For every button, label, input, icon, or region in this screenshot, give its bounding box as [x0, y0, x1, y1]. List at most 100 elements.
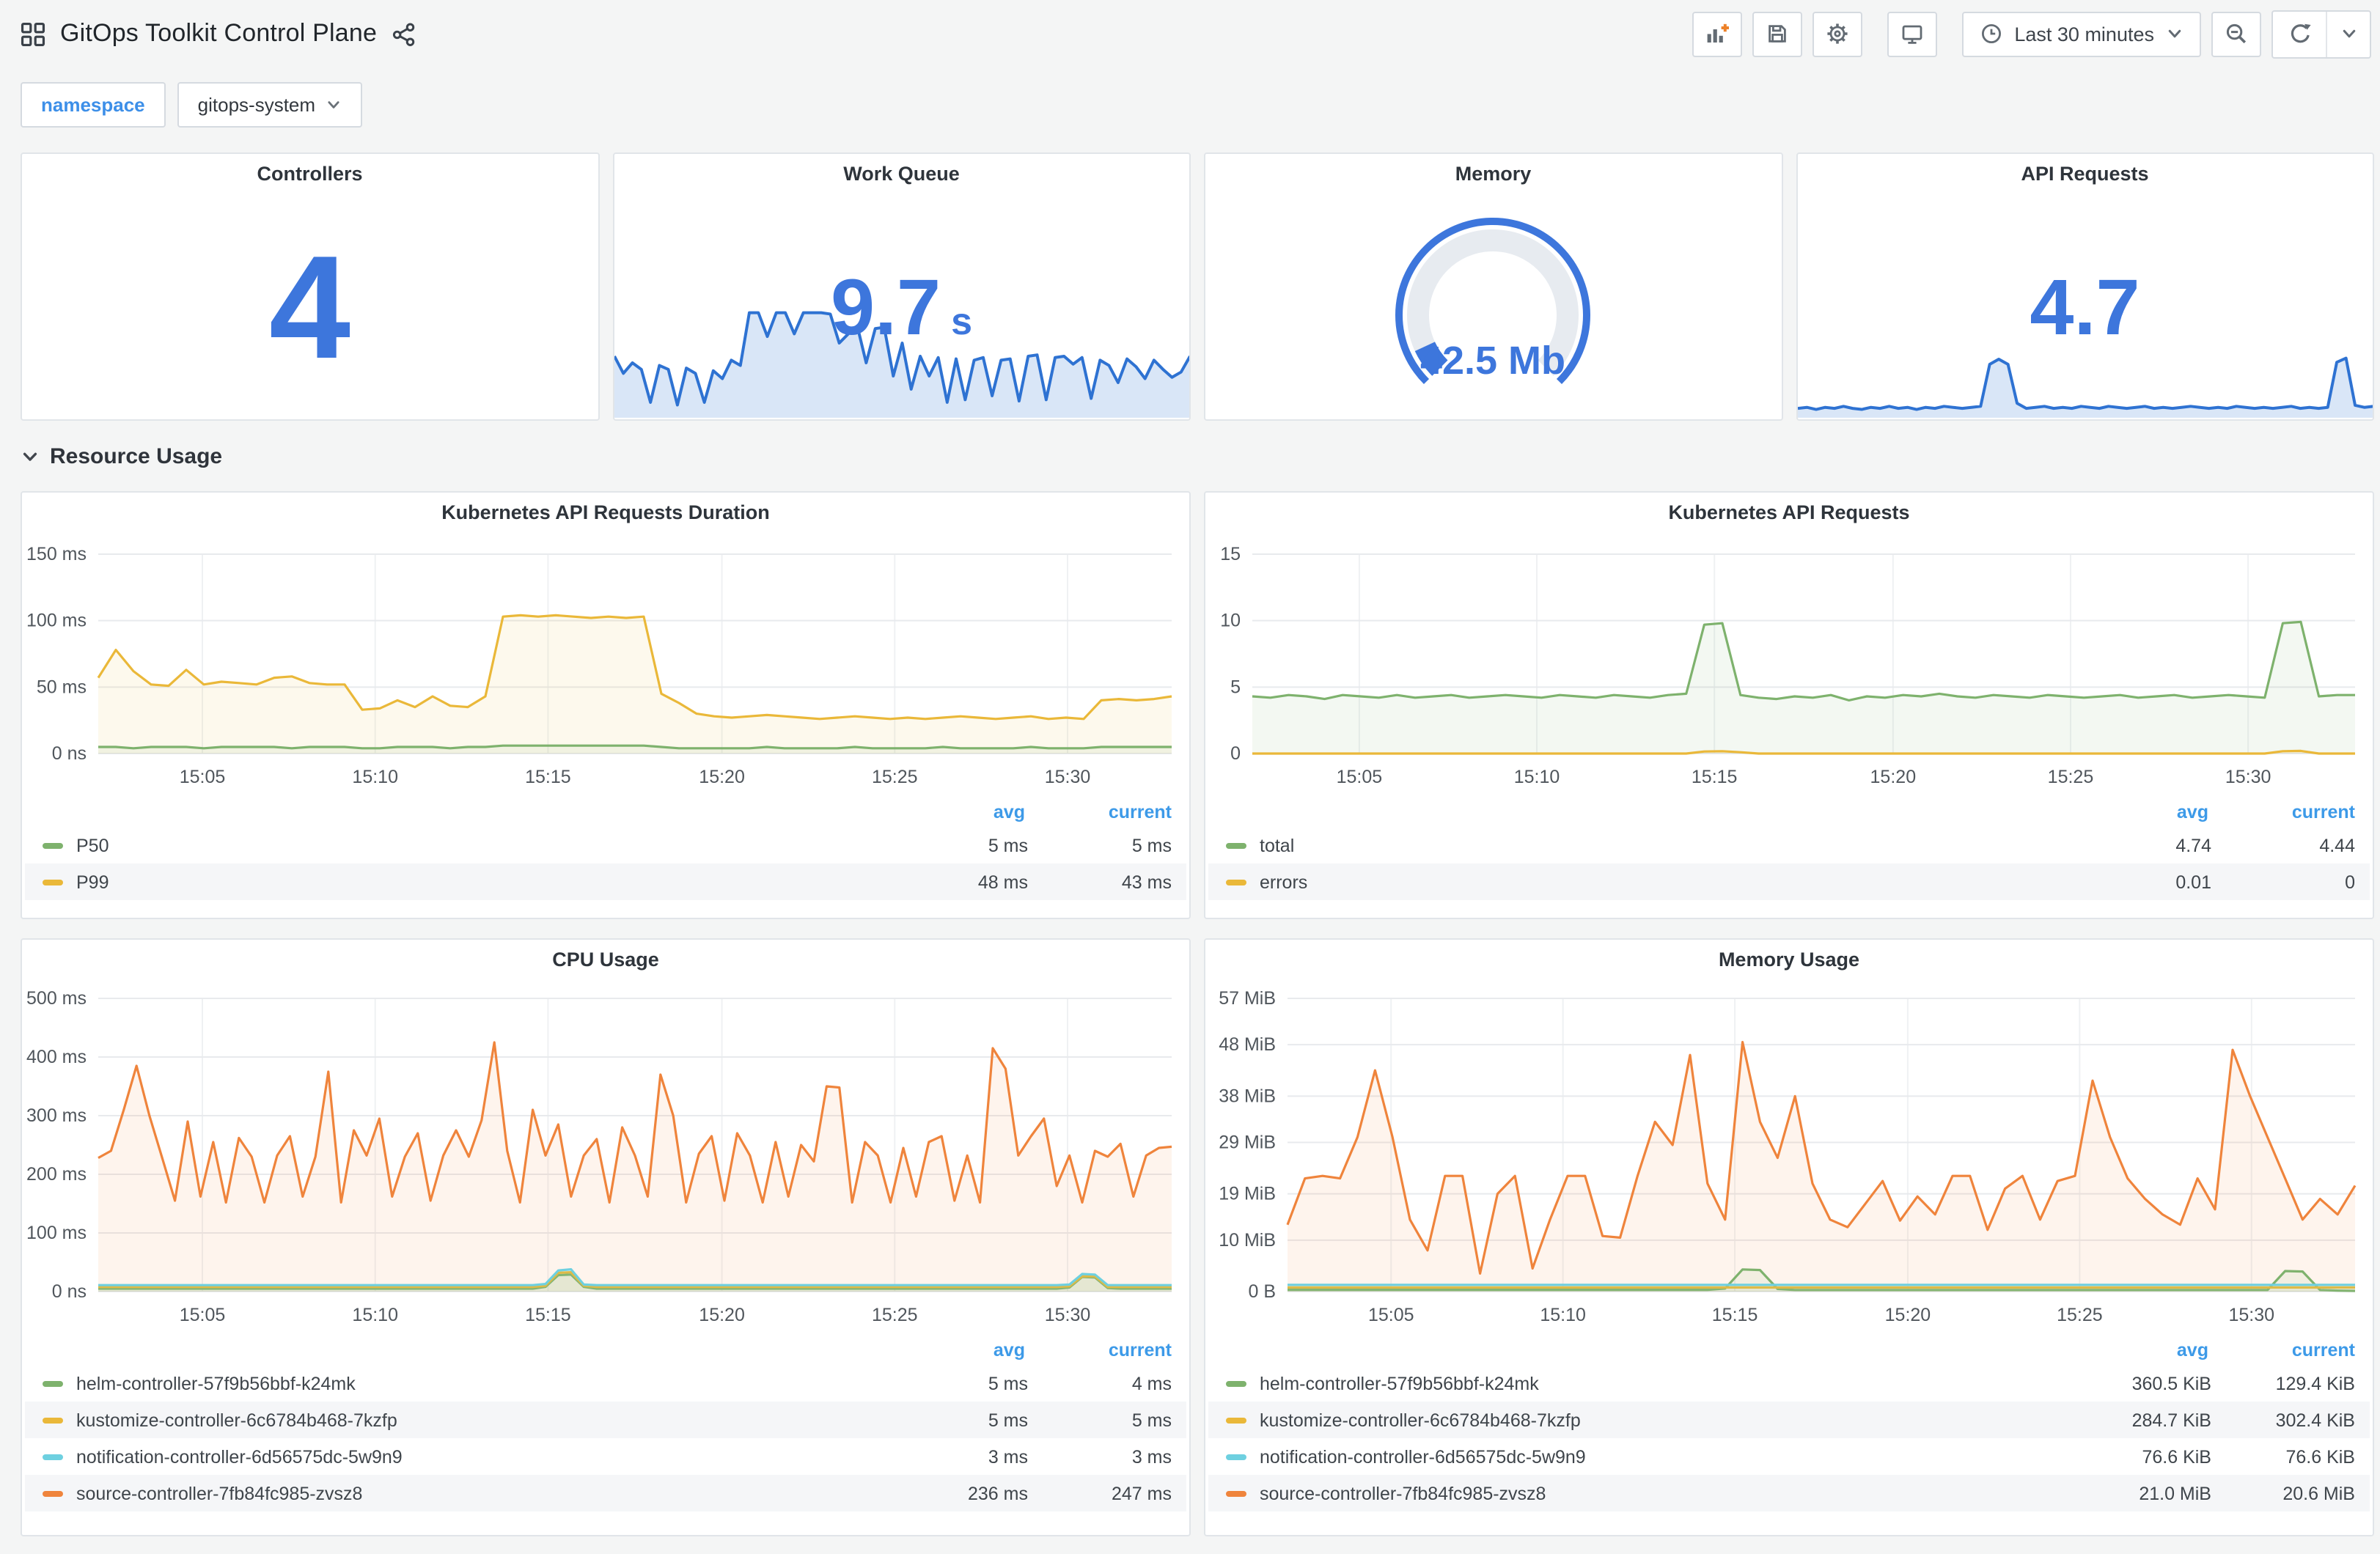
legend-swatch — [1226, 879, 1246, 885]
refresh-button[interactable] — [2273, 11, 2326, 56]
legend-row: helm-controller-57f9b56bbf-k24mk 5 ms 4 ms — [25, 1365, 1186, 1402]
legend-row: source-controller-7fb84fc985-zvsz8 21.0 M… — [1208, 1475, 2370, 1511]
svg-text:400 ms: 400 ms — [26, 1047, 87, 1067]
share-icon[interactable] — [392, 21, 416, 46]
svg-text:48 MiB: 48 MiB — [1219, 1034, 1276, 1055]
legend-swatch — [43, 879, 63, 885]
legend-series-name[interactable]: notification-controller-6d56575dc-5w9n9 — [76, 1446, 403, 1467]
svg-text:15:20: 15:20 — [699, 1305, 745, 1325]
legend-column-avg[interactable]: avg — [886, 802, 1025, 822]
legend-row: notification-controller-6d56575dc-5w9n9 3… — [25, 1438, 1186, 1475]
svg-text:100 ms: 100 ms — [26, 1223, 87, 1243]
svg-text:57 MiB: 57 MiB — [1219, 988, 1276, 1009]
dashboard-settings-button[interactable] — [1812, 11, 1862, 56]
legend-column-avg[interactable]: avg — [2069, 802, 2208, 822]
legend-current-value: 4.44 — [2319, 835, 2355, 855]
svg-text:15:05: 15:05 — [180, 1305, 226, 1325]
legend-column-current[interactable]: current — [2208, 802, 2355, 822]
time-series-chart[interactable]: 15:05 15:10 15:15 15:20 15:25 15:30 500 ms 400 … — [22, 978, 1189, 1333]
dashboard-grid-icon[interactable] — [21, 21, 45, 46]
panel-title[interactable]: Kubernetes API Requests — [1205, 493, 2373, 531]
legend-row: total 4.74 4.44 — [1208, 827, 2370, 863]
panel-title[interactable]: API Requests — [1797, 154, 2373, 192]
legend-current-value: 5 ms — [1131, 835, 1172, 855]
legend-series-name[interactable]: errors — [1260, 872, 1307, 892]
panel-title[interactable]: Memory — [1205, 154, 1781, 192]
legend-current-value: 76.6 KiB — [2285, 1446, 2355, 1467]
stat-unit: s — [951, 298, 973, 343]
legend-swatch — [1226, 1490, 1246, 1496]
legend-avg-value: 4.74 — [2175, 835, 2211, 855]
legend-swatch — [43, 1380, 63, 1386]
svg-text:5: 5 — [1230, 677, 1241, 697]
svg-text:100 ms: 100 ms — [26, 611, 87, 631]
save-dashboard-button[interactable] — [1752, 11, 1802, 56]
zoom-out-button[interactable] — [2211, 11, 2261, 56]
legend-series-name[interactable]: kustomize-controller-6c6784b468-7kzfp — [76, 1410, 397, 1430]
section-resource-usage[interactable]: Resource Usage — [0, 421, 2380, 472]
svg-text:500 ms: 500 ms — [26, 988, 87, 1009]
panel-title[interactable]: Kubernetes API Requests Duration — [22, 493, 1189, 531]
legend: avg current helm-controller-57f9b56bbf-k24… — [22, 1336, 1189, 1511]
variable-value-dropdown[interactable]: gitops-system — [177, 82, 363, 128]
legend-current-value: 3 ms — [1131, 1446, 1172, 1467]
panel-k8s-api-requests: Kubernetes API Requests 15:05 15:10 15:15 1… — [1204, 491, 2374, 919]
legend-series-name[interactable]: P99 — [76, 872, 109, 892]
svg-text:15: 15 — [1220, 544, 1241, 564]
svg-text:19 MiB: 19 MiB — [1219, 1184, 1276, 1204]
cycle-view-button[interactable] — [1887, 11, 1937, 56]
chevron-down-icon — [21, 447, 40, 466]
panel-title[interactable]: CPU Usage — [22, 940, 1189, 978]
panel-title[interactable]: Work Queue — [614, 154, 1189, 192]
legend-row: kustomize-controller-6c6784b468-7kzfp 5 m… — [25, 1402, 1186, 1438]
legend-series-name[interactable]: notification-controller-6d56575dc-5w9n9 — [1260, 1446, 1586, 1467]
legend-current-value: 302.4 KiB — [2275, 1410, 2355, 1430]
legend-column-avg[interactable]: avg — [2069, 1340, 2208, 1360]
variable-name-chip[interactable]: namespace — [21, 82, 166, 128]
svg-text:15:30: 15:30 — [2225, 767, 2271, 787]
svg-text:0: 0 — [1230, 743, 1241, 764]
svg-text:15:05: 15:05 — [1368, 1305, 1414, 1325]
refresh-button-group — [2271, 10, 2371, 58]
legend-swatch — [1226, 1417, 1246, 1423]
svg-text:42.5 Mb: 42.5 Mb — [1420, 339, 1565, 383]
panel-cpu-usage: CPU Usage 15:05 15:10 15:15 15:20 15:25 15:30… — [21, 938, 1191, 1536]
legend-series-name[interactable]: helm-controller-57f9b56bbf-k24mk — [1260, 1373, 1539, 1393]
legend-series-name[interactable]: P50 — [76, 835, 109, 855]
legend-series-name[interactable]: source-controller-7fb84fc985-zvsz8 — [76, 1483, 362, 1503]
legend-avg-value: 284.7 KiB — [2131, 1410, 2211, 1430]
svg-text:15:25: 15:25 — [2048, 767, 2094, 787]
stat-value: 4.7 — [2030, 263, 2140, 352]
refresh-interval-dropdown[interactable] — [2326, 11, 2370, 56]
time-series-chart[interactable]: 15:05 15:10 15:15 15:20 15:25 15:30 150 ms 100 … — [22, 531, 1189, 795]
legend-current-value: 247 ms — [1112, 1483, 1172, 1503]
time-range-picker[interactable]: Last 30 minutes — [1961, 11, 2201, 56]
legend-avg-value: 5 ms — [988, 835, 1028, 855]
stat-value: 9.7 s — [830, 263, 973, 352]
svg-text:15:30: 15:30 — [1045, 1305, 1091, 1325]
memory-gauge: 42.5 Mb — [1395, 217, 1591, 385]
legend-series-name[interactable]: total — [1260, 835, 1294, 855]
legend-row: source-controller-7fb84fc985-zvsz8 236 ms… — [25, 1475, 1186, 1511]
add-panel-button[interactable] — [1692, 11, 1742, 56]
legend-row: errors 0.01 0 — [1208, 863, 2370, 900]
svg-text:38 MiB: 38 MiB — [1219, 1086, 1276, 1106]
legend-avg-value: 0.01 — [2175, 872, 2211, 892]
stat-panel-api-requests: API Requests 4.7 — [1796, 152, 2374, 421]
svg-text:15:05: 15:05 — [180, 767, 226, 787]
time-series-chart[interactable]: 15:05 15:10 15:15 15:20 15:25 15:30 57 MiB 48 M… — [1205, 978, 2373, 1333]
svg-text:15:20: 15:20 — [1885, 1305, 1931, 1325]
legend-series-name[interactable]: helm-controller-57f9b56bbf-k24mk — [76, 1373, 356, 1393]
panel-title[interactable]: Memory Usage — [1205, 940, 2373, 978]
legend-column-current[interactable]: current — [1025, 802, 1172, 822]
legend-series-name[interactable]: source-controller-7fb84fc985-zvsz8 — [1260, 1483, 1546, 1503]
time-series-chart[interactable]: 15:05 15:10 15:15 15:20 15:25 15:30 15 10 5 0 — [1205, 531, 2373, 795]
legend-column-current[interactable]: current — [2208, 1340, 2355, 1360]
svg-text:15:10: 15:10 — [1540, 1305, 1586, 1325]
panel-title[interactable]: Controllers — [22, 154, 598, 192]
legend-column-current[interactable]: current — [1025, 1340, 1172, 1360]
legend-column-avg[interactable]: avg — [886, 1340, 1025, 1360]
legend-header: avg current — [25, 798, 1186, 827]
legend-series-name[interactable]: kustomize-controller-6c6784b468-7kzfp — [1260, 1410, 1581, 1430]
legend-swatch — [43, 1490, 63, 1496]
